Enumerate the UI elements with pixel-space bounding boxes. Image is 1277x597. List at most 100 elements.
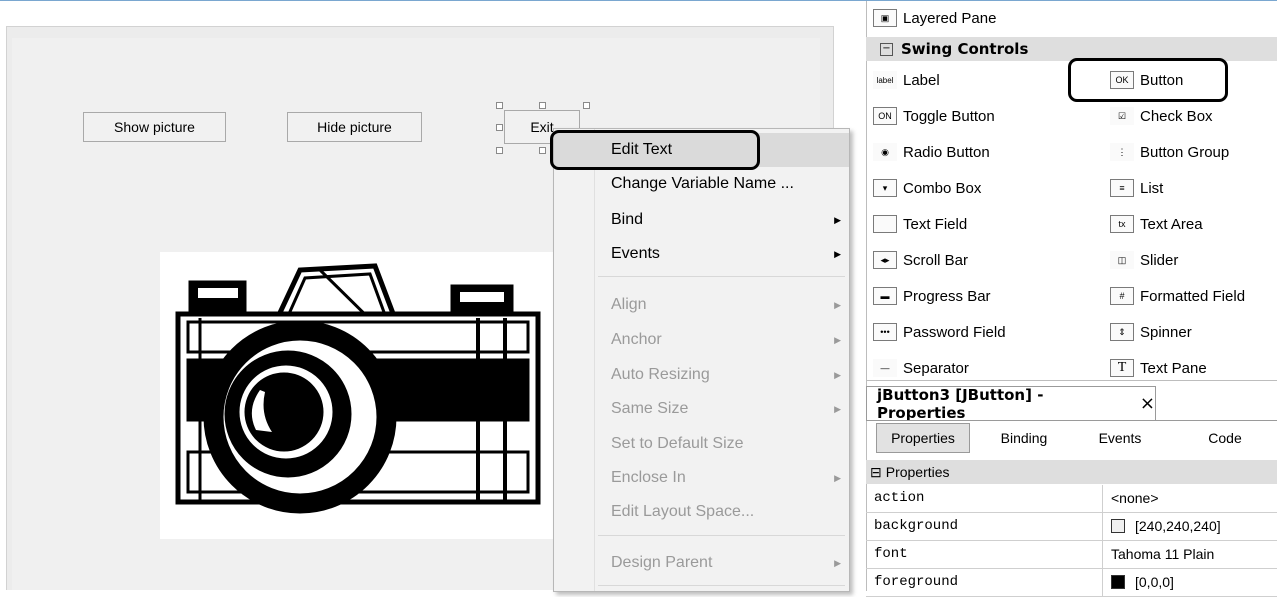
property-value-wrapper[interactable]: [240,240,240] (1111, 518, 1221, 534)
list-icon: ≡ (1110, 179, 1134, 197)
color-swatch-icon (1111, 575, 1125, 589)
menu-item-label: Design Parent (611, 554, 713, 571)
submenu-arrow-icon: ▶ (834, 473, 841, 483)
menu-separator (598, 276, 845, 277)
palette-item-list[interactable]: ≡ List (1110, 176, 1163, 200)
password-field-icon: ••• (873, 323, 897, 341)
resize-handle[interactable] (583, 102, 590, 109)
palette-item-text: Text Pane (1140, 359, 1207, 377)
palette-item-slider[interactable]: ◫ Slider (1110, 248, 1178, 272)
properties-window-tab[interactable]: jButton3 [JButton] - Properties × (866, 385, 1156, 422)
submenu-arrow-icon: ▶ (834, 558, 841, 568)
radio-button-icon: ◉ (873, 143, 897, 161)
palette-item-text: Text Field (903, 215, 968, 233)
palette-item-button-group[interactable]: ⋮ Button Group (1110, 140, 1229, 164)
collapse-icon[interactable]: ⊟ (870, 464, 882, 481)
property-key: background (874, 518, 959, 534)
property-key: foreground (874, 574, 959, 590)
property-row-action[interactable]: action <none> (866, 485, 1277, 513)
property-value[interactable]: Tahoma 11 Plain (1111, 546, 1214, 562)
menu-item-label: Align (611, 296, 647, 313)
menu-item-align[interactable]: Align ▶ (554, 288, 849, 322)
palette-item-scroll-bar[interactable]: ◂▸ Scroll Bar (873, 248, 968, 272)
menu-item-same-size[interactable]: Same Size ▶ (554, 392, 849, 426)
menu-item-auto-resizing[interactable]: Auto Resizing ▶ (554, 358, 849, 392)
property-value-wrapper[interactable]: [0,0,0] (1111, 574, 1174, 590)
section-label: Properties (885, 464, 950, 480)
scroll-bar-icon: ◂▸ (873, 251, 897, 269)
group-header-label: Swing Controls (901, 40, 1029, 58)
palette-item-text: Spinner (1140, 323, 1192, 341)
text-pane-icon: T (1110, 359, 1134, 377)
menu-separator (598, 535, 845, 536)
collapse-icon[interactable]: − (880, 42, 893, 56)
slider-icon: ◫ (1110, 251, 1134, 269)
palette-item-formatted-field[interactable]: # Formatted Field (1110, 284, 1245, 308)
palette-item-label[interactable]: label Label (873, 68, 940, 92)
property-row-background[interactable]: background [240,240,240] (866, 513, 1277, 541)
tab-events[interactable]: Events (1080, 423, 1160, 453)
resize-handle[interactable] (496, 147, 503, 154)
menu-item-bind[interactable]: Bind ▶ (554, 203, 849, 237)
property-key: action (874, 490, 925, 506)
hide-picture-button[interactable]: Hide picture (287, 112, 422, 142)
menu-item-label: Set to Default Size (611, 435, 744, 452)
tab-code[interactable]: Code (1190, 423, 1260, 453)
resize-handle[interactable] (496, 124, 503, 131)
property-value[interactable]: <none> (1111, 490, 1159, 506)
palette-item-spinner[interactable]: ⇕ Spinner (1110, 320, 1192, 344)
palette-item-label: Layered Pane (903, 9, 997, 27)
palette-item-password-field[interactable]: ••• Password Field (873, 320, 1006, 344)
menu-item-set-default-size[interactable]: Set to Default Size (554, 427, 849, 461)
palette-item-progress-bar[interactable]: ▬ Progress Bar (873, 284, 991, 308)
palette-item-text: Scroll Bar (903, 251, 969, 269)
palette-item-text: Password Field (903, 323, 1006, 341)
menu-item-events[interactable]: Events ▶ (554, 237, 849, 271)
palette-item-combo-box[interactable]: ▾ Combo Box (873, 176, 981, 200)
submenu-arrow-icon: ▶ (834, 300, 841, 310)
palette-item-text-pane[interactable]: T Text Pane (1110, 356, 1207, 380)
tab-properties[interactable]: Properties (876, 423, 970, 453)
menu-item-enclose-in[interactable]: Enclose In ▶ (554, 461, 849, 495)
button-group-icon: ⋮ (1110, 143, 1134, 161)
menu-item-edit-layout-space[interactable]: Edit Layout Space... (554, 495, 849, 529)
tab-binding[interactable]: Binding (984, 423, 1064, 453)
palette-item-toggle-button[interactable]: ON Toggle Button (873, 104, 995, 128)
separator-icon: — (873, 359, 897, 377)
palette-item-text-area[interactable]: tx Text Area (1110, 212, 1203, 236)
close-icon[interactable]: × (1140, 393, 1155, 414)
resize-handle[interactable] (496, 102, 503, 109)
resize-handle[interactable] (539, 102, 546, 109)
properties-window-title: jButton3 [JButton] - Properties (877, 385, 1044, 422)
properties-section-header[interactable]: ⊟ Properties (866, 460, 1277, 484)
submenu-arrow-icon: ▶ (834, 249, 841, 259)
column-divider (1102, 541, 1103, 569)
window-top-border (0, 0, 1277, 1)
menu-item-change-variable-name[interactable]: Change Variable Name ... (554, 167, 849, 201)
palette-item-check-box[interactable]: ☑ Check Box (1110, 104, 1213, 128)
highlight-callout (550, 130, 760, 170)
palette-item-radio-button[interactable]: ◉ Radio Button (873, 140, 990, 164)
show-picture-button[interactable]: Show picture (83, 112, 226, 142)
palette-item-text: List (1140, 179, 1164, 197)
property-row-font[interactable]: font Tahoma 11 Plain (866, 541, 1277, 569)
palette-item-text: Button Group (1140, 143, 1230, 161)
menu-item-anchor[interactable]: Anchor ▶ (554, 323, 849, 357)
menu-item-label: Edit Layout Space... (611, 503, 755, 520)
resize-handle[interactable] (539, 147, 546, 154)
palette-item-text: Toggle Button (903, 107, 995, 125)
palette-item-text-field[interactable]: Text Field (873, 212, 967, 236)
property-row-foreground[interactable]: foreground [0,0,0] (866, 569, 1277, 597)
menu-item-design-parent[interactable]: Design Parent ▶ (554, 546, 849, 580)
context-menu: Edit Text Change Variable Name ... Bind … (553, 128, 850, 592)
text-area-icon: tx (1110, 215, 1134, 233)
column-divider (1102, 569, 1103, 597)
palette-item-text: Radio Button (903, 143, 990, 161)
tab-divider (866, 420, 1277, 421)
progress-bar-icon: ▬ (873, 287, 897, 305)
palette-item-text: Combo Box (903, 179, 982, 197)
palette-item-text: Label (903, 71, 940, 89)
palette-item-layered-pane[interactable]: ▣ Layered Pane (873, 6, 996, 30)
check-box-icon: ☑ (1110, 107, 1134, 125)
palette-item-separator[interactable]: — Separator (873, 356, 969, 380)
